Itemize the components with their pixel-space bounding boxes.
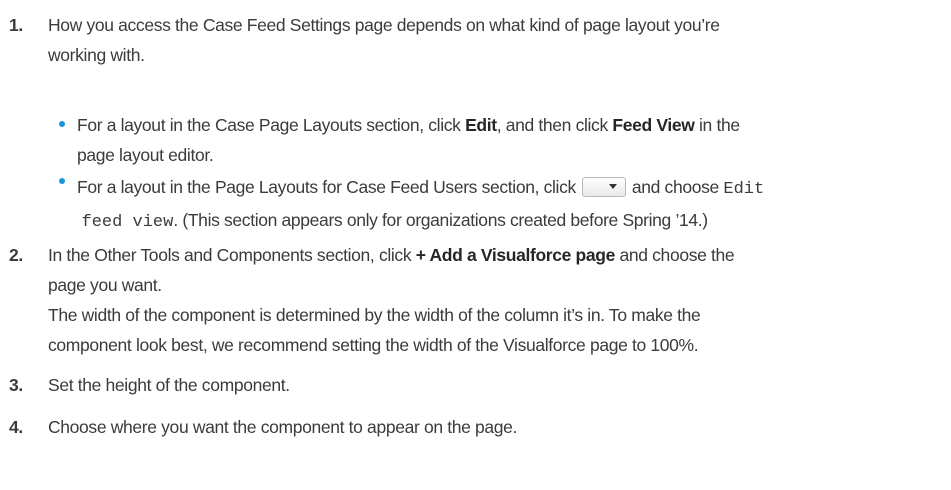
dropdown-button[interactable] [581, 176, 626, 197]
step-text-line: Set the height of the component. [48, 375, 290, 395]
step-1-bullet-1: For a layout in the Case Page Layouts se… [59, 110, 937, 170]
bullet-text: in the [694, 115, 740, 135]
edit-link-text: Edit [465, 115, 497, 135]
step-1-bullet-2: For a layout in the Page Layouts for Cas… [59, 172, 937, 238]
step-number: 2. [9, 245, 23, 265]
step-number: 1. [9, 15, 23, 35]
bullet-text-line: page layout editor. [77, 145, 214, 165]
bullet-text: For a layout in the Case Page Layouts se… [77, 115, 466, 135]
bullet-text: For a layout in the Page Layouts for Cas… [77, 177, 576, 197]
step-text-line: page you want. [48, 275, 162, 295]
step-1: 1. How you access the Case Feed Settings… [0, 10, 951, 70]
step-3: 3. Set the height of the component. [0, 370, 951, 400]
step-number: 3. [9, 375, 23, 395]
step-text: In the Other Tools and Components sectio… [48, 245, 416, 265]
step-4: 4. Choose where you want the component t… [0, 412, 951, 442]
add-visualforce-page-link-text: + Add a Visualforce page [415, 245, 616, 265]
step-number: 4. [9, 417, 23, 437]
step-2: 2. In the Other Tools and Components sec… [0, 240, 951, 360]
edit-code-text: Edit [723, 180, 765, 199]
step-text: and choose the [614, 245, 735, 265]
step-text-line: component look best, we recommend settin… [48, 335, 699, 355]
step-text-line: The width of the component is determined… [48, 305, 701, 325]
step-text-line: working with. [48, 45, 145, 65]
feed-view-link-text: Feed View [612, 115, 695, 135]
bullet-dot [59, 121, 65, 127]
bullet-text: and choose [631, 177, 724, 197]
feed-view-code-text: feed view [81, 213, 174, 232]
step-text-line: How you access the Case Feed Settings pa… [48, 15, 720, 35]
chevron-down-icon [608, 183, 617, 189]
bullet-text: , and then click [496, 115, 613, 135]
bullet-text: . (This section appears only for organiz… [173, 210, 708, 230]
bullet-dot [59, 178, 65, 184]
step-text-line: Choose where you want the component to a… [48, 417, 518, 437]
